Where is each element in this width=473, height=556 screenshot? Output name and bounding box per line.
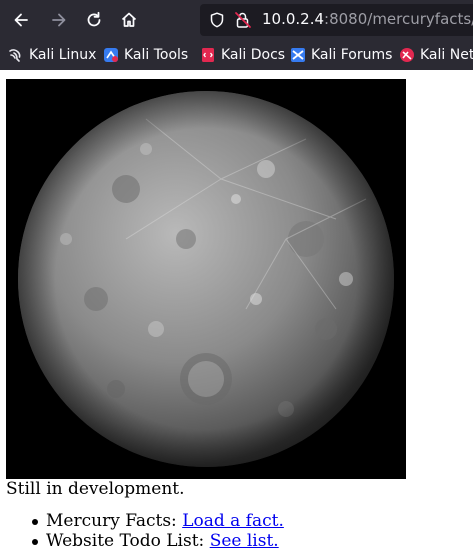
- bookmark-label: Kali Tools: [124, 47, 189, 63]
- list-item: Website Todo List: See list.: [32, 531, 284, 551]
- bookmark-label: Kali Net: [420, 47, 473, 63]
- insecure-lock-icon: [235, 12, 251, 28]
- bookmark-label: Kali Forums: [311, 47, 393, 63]
- url-host: 10.0.2.4: [262, 10, 325, 28]
- bookmark-label: Kali Linux: [29, 47, 97, 63]
- reload-button[interactable]: [83, 9, 105, 31]
- url-text: 10.0.2.4:8080/mercuryfacts/: [262, 10, 473, 28]
- bookmark-label: Kali Docs: [221, 47, 286, 63]
- kali-docs-icon: [202, 48, 214, 62]
- list-item: Mercury Facts: Load a fact.: [32, 511, 284, 531]
- bookmark-kali-nethunter[interactable]: Kali Net: [399, 46, 473, 64]
- mercury-image: [6, 79, 406, 479]
- links-list: Mercury Facts: Load a fact. Website Todo…: [32, 511, 284, 551]
- list-item-label: Mercury Facts:: [46, 511, 183, 531]
- reload-icon: [87, 11, 101, 27]
- mercury-planet-graphic: [18, 91, 394, 467]
- kali-nethunter-icon: [400, 48, 414, 62]
- bookmark-kali-docs[interactable]: Kali Docs: [200, 46, 285, 64]
- forward-arrow-icon: [52, 13, 66, 27]
- url-bar[interactable]: 10.0.2.4:8080/mercuryfacts/: [200, 4, 473, 36]
- kali-dragon-icon: [9, 49, 21, 62]
- url-path: :8080/mercuryfacts/: [324, 10, 473, 28]
- home-icon: [121, 12, 137, 27]
- kali-forums-icon: [291, 48, 305, 62]
- see-list-link[interactable]: See list.: [210, 531, 279, 551]
- bookmark-kali-linux[interactable]: Kali Linux: [8, 46, 96, 64]
- list-item-label: Website Todo List:: [46, 531, 210, 551]
- home-button[interactable]: [118, 9, 140, 31]
- back-button[interactable]: [10, 9, 32, 31]
- tracking-shield-icon: [210, 12, 224, 28]
- bookmark-kali-forums[interactable]: Kali Forums: [290, 46, 392, 64]
- kali-tools-icon: [104, 48, 118, 62]
- bookmarks-toolbar: Kali Linux Kali Tools Kali Docs Kali For…: [0, 40, 473, 70]
- browser-chrome: 10.0.2.4:8080/mercuryfacts/ Kali Linux K…: [0, 0, 473, 70]
- forward-button[interactable]: [48, 9, 70, 31]
- back-arrow-icon: [14, 13, 28, 27]
- browser-toolbar: 10.0.2.4:8080/mercuryfacts/: [0, 0, 473, 40]
- bookmark-kali-tools[interactable]: Kali Tools: [103, 46, 188, 64]
- load-fact-link[interactable]: Load a fact.: [182, 511, 284, 531]
- page-caption: Still in development.: [6, 479, 185, 499]
